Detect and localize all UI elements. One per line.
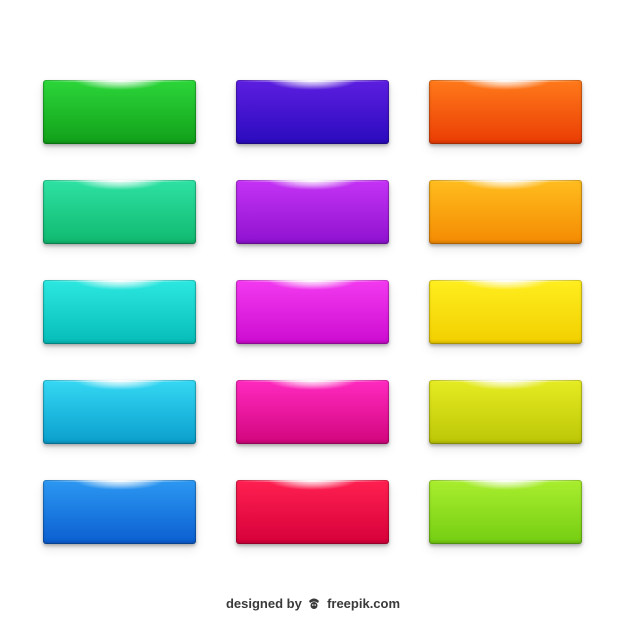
attribution: designed by freepik.com bbox=[0, 596, 626, 611]
color-button-amber[interactable] bbox=[429, 180, 582, 244]
color-button-magenta[interactable] bbox=[236, 280, 389, 344]
button-grid bbox=[43, 80, 583, 544]
canvas: designed by freepik.com bbox=[0, 0, 626, 626]
color-button-lime[interactable] bbox=[429, 380, 582, 444]
color-button-emerald[interactable] bbox=[43, 180, 196, 244]
color-button-purple[interactable] bbox=[236, 180, 389, 244]
color-button-pink[interactable] bbox=[236, 380, 389, 444]
color-button-blue[interactable] bbox=[43, 480, 196, 544]
color-button-yellow-green[interactable] bbox=[429, 480, 582, 544]
attribution-prefix: designed by bbox=[225, 596, 302, 611]
color-button-turquoise[interactable] bbox=[43, 280, 196, 344]
color-button-indigo[interactable] bbox=[236, 80, 389, 144]
freepik-logo-icon bbox=[307, 597, 321, 610]
color-button-sky[interactable] bbox=[43, 380, 196, 444]
color-button-orange[interactable] bbox=[429, 80, 582, 144]
color-button-green[interactable] bbox=[43, 80, 196, 144]
color-button-crimson[interactable] bbox=[236, 480, 389, 544]
attribution-brand: freepik.com bbox=[327, 596, 401, 611]
color-button-yellow[interactable] bbox=[429, 280, 582, 344]
